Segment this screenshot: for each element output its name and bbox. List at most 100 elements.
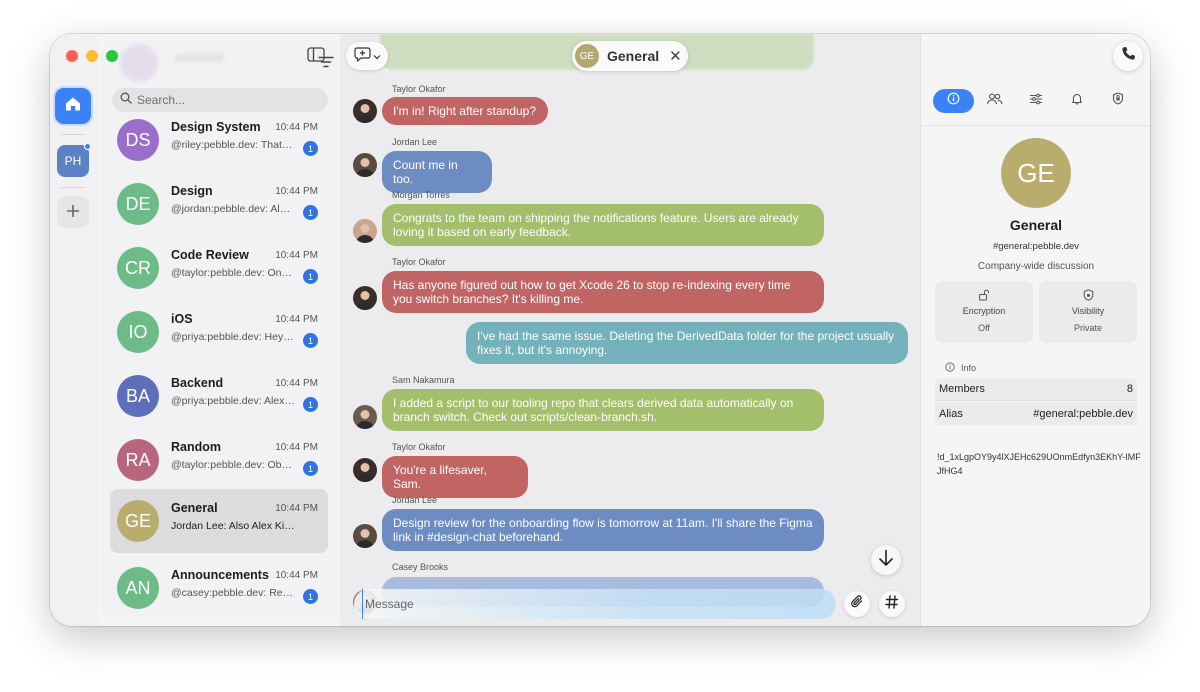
composer xyxy=(340,582,920,626)
space-initials: PH xyxy=(64,154,82,168)
plus-icon xyxy=(66,201,80,224)
members-label: Members xyxy=(939,383,985,395)
room-preview: @priya:pebble.dev: Alex… xyxy=(171,395,295,407)
message-input-wrap xyxy=(354,589,836,619)
room-preview: @taylor:pebble.dev: Ob… xyxy=(171,459,292,471)
message-bubble[interactable]: Congrats to the team on shipping the not… xyxy=(382,204,824,246)
room-info-pane: GE General #general:pebble.dev Company-w… xyxy=(920,34,1150,626)
attach-button[interactable] xyxy=(844,591,870,617)
room-timestamp: 10:44 PM xyxy=(275,503,318,514)
room-list-item[interactable]: DS Design System 10:44 PM @riley:pebble.dev… xyxy=(110,108,328,172)
room-timestamp: 10:44 PM xyxy=(275,186,318,197)
sender-avatar[interactable] xyxy=(353,99,377,123)
unlock-icon xyxy=(978,289,990,303)
room-list-item[interactable]: IO iOS 10:44 PM @priya:pebble.dev: Hey… 1 xyxy=(110,300,328,364)
room-name: Announcements xyxy=(171,568,269,582)
home-icon xyxy=(63,94,83,119)
chevron-down-icon xyxy=(373,47,381,65)
shield-icon xyxy=(1112,92,1124,110)
minimize-window-button[interactable] xyxy=(86,50,98,62)
room-list-item[interactable]: RA Random 10:44 PM @taylor:pebble.dev: Ob… 1 xyxy=(110,428,328,492)
window-controls xyxy=(66,50,118,62)
sidebar-toggle-icon xyxy=(307,47,325,67)
room-avatar: AN xyxy=(117,567,159,609)
tab-settings[interactable] xyxy=(1015,89,1056,113)
message-bubble[interactable]: Count me in too. xyxy=(382,151,492,193)
room-list-item[interactable]: AN Announcements 10:44 PM @casey:pebble.dev… xyxy=(110,556,328,620)
room-name: iOS xyxy=(171,312,193,326)
tab-people[interactable] xyxy=(974,89,1015,113)
sender-avatar[interactable] xyxy=(353,458,377,482)
room-avatar: BA xyxy=(117,375,159,417)
message-bubble[interactable]: Has anyone figured out how to get Xcode … xyxy=(382,271,824,313)
message-bubble[interactable]: I added a script to our tooling repo tha… xyxy=(382,389,824,431)
room-name: Design xyxy=(171,184,213,198)
unread-dot xyxy=(84,143,91,150)
room-title: General xyxy=(607,48,660,64)
tab-info[interactable] xyxy=(933,89,975,113)
sender-avatar[interactable] xyxy=(353,524,377,548)
message-bubble[interactable]: Design review for the onboarding flow is… xyxy=(382,509,824,551)
encryption-label: Encryption xyxy=(962,306,1006,316)
sender-avatar[interactable] xyxy=(353,219,377,243)
room-avatar: RA xyxy=(117,439,159,481)
zoom-window-button[interactable] xyxy=(106,50,118,62)
message-sender: Sam Nakamura xyxy=(392,375,455,385)
alias-value: #general:pebble.dev xyxy=(1033,407,1133,420)
room-list-panel: DS Design System 10:44 PM @riley:pebble.dev… xyxy=(102,40,338,620)
room-timestamp: 10:44 PM xyxy=(275,570,318,581)
sender-avatar[interactable] xyxy=(353,286,377,310)
room-list-item[interactable]: DE Design 10:44 PM @jordan:pebble.dev: Ale…… xyxy=(110,172,328,236)
encryption-value: Off xyxy=(978,323,990,333)
room-list-item[interactable]: GE General 10:44 PM Jordan Lee: Also Alex K… xyxy=(110,489,328,553)
room-name: Random xyxy=(171,440,221,454)
room-list-item[interactable]: BA Backend 10:44 PM @priya:pebble.dev: Alex… xyxy=(110,364,328,428)
room-list-item[interactable]: CR Code Review 10:44 PM @taylor:pebble.dev:… xyxy=(110,236,328,300)
info-tabs xyxy=(933,89,1139,113)
tab-notifications[interactable] xyxy=(1057,89,1098,113)
compose-icon xyxy=(353,46,371,67)
new-message-menu-button[interactable] xyxy=(346,42,388,70)
search-input[interactable] xyxy=(137,93,317,107)
encryption-card[interactable]: Encryption Off xyxy=(935,281,1033,343)
members-row[interactable]: Members 8 xyxy=(935,378,1137,401)
call-button[interactable] xyxy=(1113,41,1143,71)
tab-security[interactable] xyxy=(1098,89,1139,113)
scroll-to-bottom-button[interactable] xyxy=(871,545,901,575)
divider xyxy=(921,125,1150,126)
hash-icon xyxy=(885,594,899,614)
room-title-pill[interactable]: GE General ✕ xyxy=(572,41,688,71)
message-sender: Jordan Lee xyxy=(392,137,438,147)
phone-icon xyxy=(1121,46,1136,66)
info-section-label: Info xyxy=(945,362,976,374)
close-icon[interactable]: ✕ xyxy=(669,47,682,65)
message-bubble[interactable]: I've had the same issue. Deleting the De… xyxy=(466,322,908,364)
rail-divider xyxy=(61,187,85,188)
search-icon xyxy=(120,91,132,109)
visibility-label: Visibility xyxy=(1071,306,1105,316)
space-avatar[interactable]: PH xyxy=(57,143,91,177)
unread-badge: 1 xyxy=(303,589,318,604)
alias-row[interactable]: Alias #general:pebble.dev xyxy=(935,402,1137,425)
commands-button[interactable] xyxy=(879,591,905,617)
visibility-card[interactable]: Visibility Private xyxy=(1039,281,1137,343)
sender-avatar[interactable] xyxy=(353,153,377,177)
message-bubble[interactable]: I'm in! Right after standup? xyxy=(382,97,548,125)
add-space-button[interactable] xyxy=(57,196,89,228)
sender-avatar[interactable] xyxy=(353,405,377,429)
message-input[interactable] xyxy=(362,589,822,619)
space-rail: PH xyxy=(50,34,98,626)
room-preview: @priya:pebble.dev: Hey… xyxy=(171,331,294,343)
bell-icon xyxy=(1071,92,1083,110)
home-space-button[interactable] xyxy=(55,88,91,124)
sidebar-toggle-button[interactable] xyxy=(306,47,326,67)
message-bubble[interactable]: You're a lifesaver, Sam. xyxy=(382,456,528,498)
close-window-button[interactable] xyxy=(66,50,78,62)
members-count: 8 xyxy=(1126,383,1133,395)
message-sender: Taylor Okafor xyxy=(392,442,446,452)
room-preview: @taylor:pebble.dev: On… xyxy=(171,267,292,279)
room-timestamp: 10:44 PM xyxy=(275,314,318,325)
unread-badge: 1 xyxy=(303,333,318,348)
room-timestamp: 10:44 PM xyxy=(275,122,318,133)
unread-badge: 1 xyxy=(303,397,318,412)
